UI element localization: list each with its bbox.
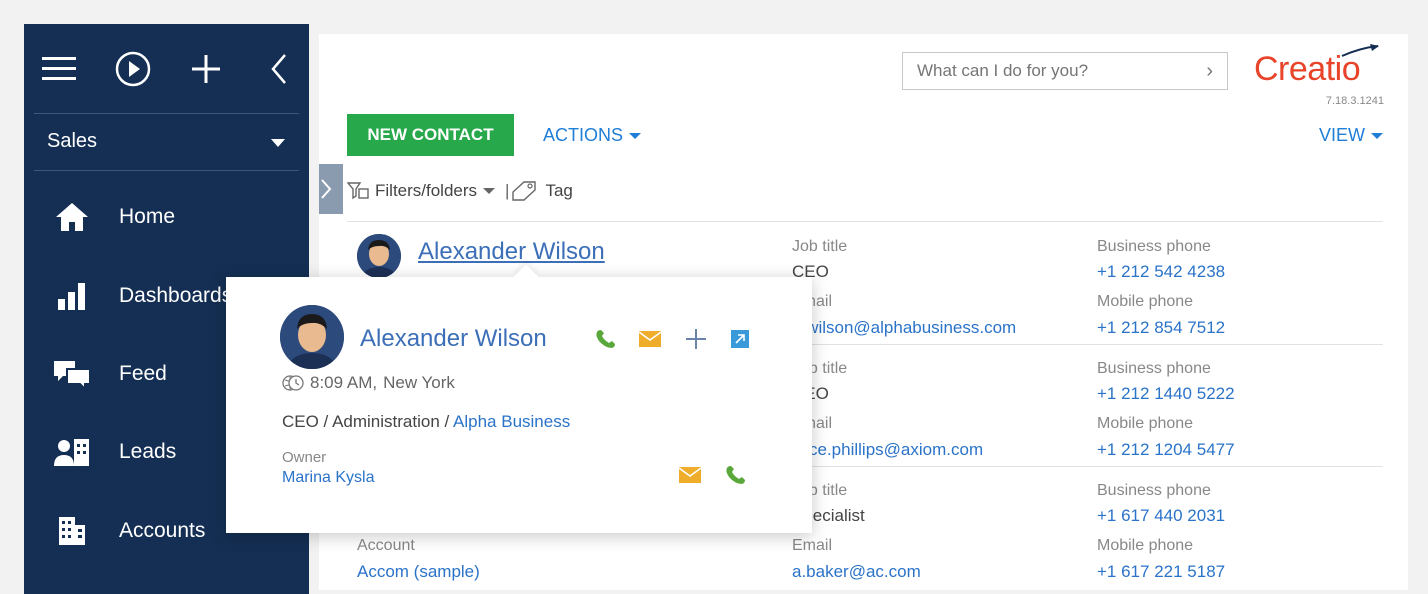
leads-icon	[24, 436, 119, 468]
company-link[interactable]: Alpha Business	[453, 412, 570, 431]
accounts-icon	[24, 515, 119, 547]
job-value: CEO / Administration /	[282, 412, 450, 431]
job-info: CEO / Administration / Alpha Business	[282, 412, 570, 432]
chevron-left-icon[interactable]	[254, 44, 304, 94]
new-contact-button[interactable]: NEW CONTACT	[347, 114, 514, 156]
section-selector[interactable]: Sales	[34, 120, 299, 162]
creatio-logo: Creatio	[1254, 44, 1386, 90]
popup-contact-name[interactable]: Alexander Wilson	[360, 325, 547, 353]
local-time: 8:09 AM, New York	[282, 373, 455, 393]
business-phone-label: Business phone	[1097, 238, 1211, 255]
chevron-down-icon	[271, 130, 285, 153]
mobile-phone-label: Mobile phone	[1097, 415, 1194, 432]
avatar	[280, 305, 344, 369]
app-version: 7.18.3.1241	[1325, 95, 1384, 107]
call-icon[interactable]	[592, 325, 620, 353]
chevron-right-icon	[321, 179, 332, 199]
mobile-phone-link[interactable]: +1 212 1204 5477	[1097, 440, 1235, 460]
search-input[interactable]	[917, 61, 1207, 81]
mobile-phone-label: Mobile phone	[1097, 293, 1194, 310]
view-label: VIEW	[1318, 125, 1365, 145]
contact-mini-card: Alexander Wilson 8:09 AM, New York CEO /…	[226, 264, 812, 533]
owner-email-icon[interactable]	[676, 461, 704, 489]
business-phone-link[interactable]: +1 212 1440 5222	[1097, 384, 1235, 404]
business-phone-link[interactable]: +1 617 440 2031	[1097, 506, 1225, 526]
list-fade	[1348, 504, 1408, 590]
city-value: New York	[383, 373, 455, 392]
account-label: Account	[357, 537, 415, 554]
tag-label: Tag	[545, 181, 573, 200]
caret-down-icon	[1371, 133, 1383, 140]
sidebar-item-label: Dashboards	[119, 284, 233, 307]
open-card-icon[interactable]	[726, 325, 754, 353]
mobile-phone-label: Mobile phone	[1097, 537, 1194, 554]
filters-folders-button[interactable]: Filters/folders	[347, 181, 496, 201]
separator: |	[505, 181, 510, 200]
command-search[interactable]: ›	[902, 52, 1228, 90]
section-label: Sales	[47, 129, 98, 152]
tag-button[interactable]: Tag	[511, 180, 573, 202]
timezone-icon	[282, 375, 304, 391]
sidebar-item-label: Home	[119, 205, 176, 228]
email-link[interactable]: a.wilson@alphabusiness.com	[792, 318, 1016, 338]
owner-label: Owner	[282, 449, 327, 466]
chevron-right-icon[interactable]: ›	[1206, 60, 1213, 83]
email-label: Email	[792, 537, 833, 554]
business-phone-label: Business phone	[1097, 482, 1211, 499]
account-link[interactable]: Accom (sample)	[357, 562, 480, 582]
dashboard-icon	[24, 281, 119, 311]
folder-panel-toggle[interactable]	[319, 164, 343, 214]
sidebar-item-label: Accounts	[119, 519, 206, 542]
business-phone-link[interactable]: +1 212 542 4238	[1097, 262, 1225, 282]
filters-bar: Filters/folders | Tag	[347, 180, 573, 202]
filters-label: Filters/folders	[375, 181, 478, 200]
actions-menu[interactable]: ACTIONS	[543, 125, 642, 146]
sidebar-item-label: Leads	[119, 440, 177, 463]
sidebar-item-label: Feed	[119, 362, 167, 385]
plus-icon[interactable]	[682, 325, 710, 353]
tag-icon	[512, 181, 537, 201]
sidebar-divider	[34, 170, 299, 171]
list-divider	[792, 344, 1383, 345]
actions-label: ACTIONS	[543, 125, 624, 145]
home-icon	[24, 201, 119, 233]
list-divider	[347, 221, 1383, 222]
business-phone-label: Business phone	[1097, 360, 1211, 377]
owner-link[interactable]: Marina Kysla	[282, 469, 374, 487]
mobile-phone-link[interactable]: +1 617 221 5187	[1097, 562, 1225, 582]
email-icon[interactable]	[636, 325, 664, 353]
caret-down-icon	[629, 133, 642, 140]
view-menu[interactable]: VIEW	[1319, 125, 1383, 146]
mobile-phone-link[interactable]: +1 212 854 7512	[1097, 318, 1225, 338]
email-link[interactable]: a.baker@ac.com	[792, 562, 921, 582]
contact-name-link[interactable]: Alexander Wilson	[418, 238, 605, 266]
job-title-label: Job title	[792, 238, 848, 255]
menu-icon[interactable]	[34, 44, 84, 94]
owner-call-icon[interactable]	[722, 461, 750, 489]
sidebar-item-home[interactable]: Home	[24, 187, 309, 247]
time-value: 8:09 AM,	[310, 373, 378, 392]
sidebar-divider	[34, 113, 299, 114]
list-divider	[792, 466, 1383, 467]
caret-down-icon	[483, 188, 496, 194]
filter-icon	[347, 182, 369, 200]
sidebar-toolbar	[24, 24, 309, 114]
avatar[interactable]	[357, 234, 401, 278]
play-icon[interactable]	[108, 44, 158, 94]
email-link[interactable]: alice.phillips@axiom.com	[792, 440, 983, 460]
plus-icon[interactable]	[181, 44, 231, 94]
feed-icon	[24, 359, 119, 389]
